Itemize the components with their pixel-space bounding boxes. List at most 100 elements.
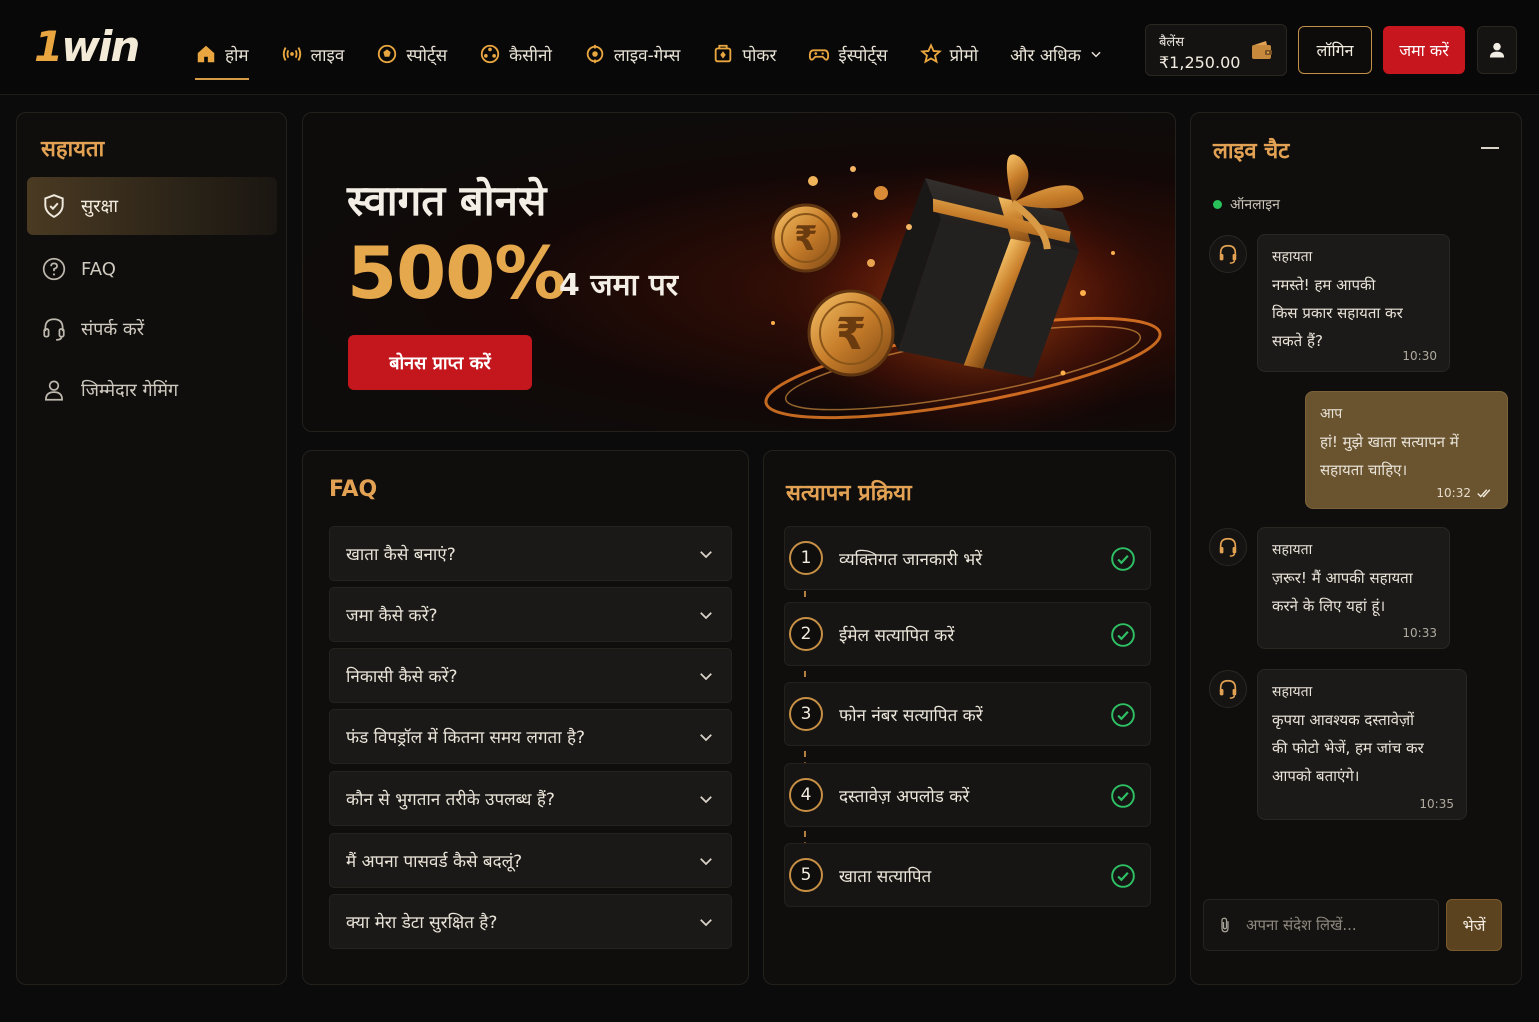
faq-item[interactable]: मैं अपना पासवर्ड कैसे बदलूं? [329,833,732,888]
chat-message-support: सहायता ज़रूर! मैं आपकी सहायता करने के लि… [1257,527,1450,649]
message-text: करने के लिए यहां हूं। [1272,597,1386,615]
svg-text:₹: ₹ [836,309,867,360]
headset-icon [1219,244,1237,264]
main-nav: होम लाइव स्पोर्ट्स कैसीनो लाइव-गेम्स पोक… [195,40,1135,80]
step-label: खाता सत्यापित [839,867,932,887]
message-text: ज़रूर! मैं आपकी सहायता [1272,569,1413,587]
home-icon [197,45,215,63]
nav-sports[interactable]: स्पोर्ट्स [376,40,447,68]
chat-title: लाइव चैट [1213,139,1290,164]
message-text: आपको बताएंगे। [1272,767,1360,785]
top-header: 1win होम लाइव स्पोर्ट्स कैसीनो लाइव-गेम्… [0,0,1539,95]
nav-home[interactable]: होम [195,40,249,80]
online-status-label: ऑनलाइन [1230,197,1280,213]
faq-item[interactable]: फंड विपड्रॉल में कितना समय लगता है? [329,709,732,764]
step-label: फोन नंबर सत्यापित करें [839,706,983,726]
step-label: ईमेल सत्यापित करें [839,626,955,646]
verification-step: 4 दस्तावेज़ अपलोड करें [784,763,1151,827]
online-status: ऑनलाइन [1213,195,1280,214]
faq-item[interactable]: क्या मेरा डेटा सुरक्षित है? [329,894,732,949]
nav-live[interactable]: लाइव [281,40,344,68]
check-circle-icon [1111,547,1135,571]
user-icon [1489,42,1505,58]
check-circle-icon [1111,623,1135,647]
message-sender: सहायता [1272,249,1313,265]
nav-live-games[interactable]: लाइव-गेम्स [584,40,680,68]
chat-input-box[interactable] [1203,899,1439,951]
verification-step: 3 फोन नंबर सत्यापित करें [784,682,1151,746]
step-label: व्यक्तिगत जानकारी भरें [839,550,983,570]
send-message-button[interactable]: भेजें [1446,899,1502,951]
sidebar-item-security[interactable]: सुरक्षा [27,177,277,235]
chat-message-input[interactable] [1246,916,1426,934]
nav-promo[interactable]: प्रोमो [919,40,979,68]
message-time: 10:35 [1419,797,1454,811]
login-button[interactable]: लॉगिन [1298,26,1372,74]
hero-bonus-percent: 500% [347,231,566,315]
faq-item[interactable]: खाता कैसे बनाएं? [329,526,732,581]
faq-title: FAQ [329,477,378,502]
chevron-down-icon [700,918,712,926]
shield-icon [44,194,64,218]
faq-question: मैं अपना पासवर्ड कैसे बदलूं? [346,852,523,872]
minimize-chat-button[interactable] [1481,147,1499,149]
chevron-down-icon [700,733,712,741]
poker-icon [715,44,732,63]
user-menu-button[interactable] [1477,26,1517,74]
logo-digit: 1 [34,22,63,71]
faq-question: फंड विपड्रॉल में कितना समय लगता है? [346,728,586,748]
message-meta: 10:32 [1436,486,1495,500]
chat-message-support: सहायता नमस्ते! हम आपकी किस प्रकार सहायता… [1257,234,1450,372]
gift-box-illustration: ₹ ₹ [733,113,1175,431]
sidebar-item-contact[interactable]: संपर्क करें [27,300,277,358]
nav-casino[interactable]: कैसीनो [479,40,552,68]
message-time: 10:33 [1402,626,1437,640]
message-text: हां! मुझे खाता सत्यापन में [1320,433,1459,451]
check-circle-icon [1111,784,1135,808]
star-icon [919,43,942,64]
nav-promo-label: प्रोमो [949,45,979,66]
verification-step: 5 खाता सत्यापित [784,843,1151,907]
sidebar-item-label: सुरक्षा [81,196,119,217]
claim-bonus-button[interactable]: बोनस प्राप्त करें [348,335,532,390]
casino-chip-icon [480,44,500,64]
message-text: कृपया आवश्यक दस्तावेज़ों [1272,711,1415,729]
sidebar-item-responsible-gaming[interactable]: जिम्मेदार गेमिंग [27,361,277,419]
balance-widget[interactable]: बैलेंस ₹1,250.00 [1145,24,1287,76]
sidebar-item-label: FAQ [81,258,116,280]
faq-item[interactable]: जमा कैसे करें? [329,587,732,642]
nav-casino-label: कैसीनो [509,45,552,66]
nav-poker[interactable]: पोकर [712,40,776,68]
verification-title: सत्यापन प्रक्रिया [786,481,912,506]
message-time: 10:32 [1436,486,1471,500]
step-number: 2 [789,617,823,651]
deposit-button[interactable]: जमा करें [1383,26,1465,74]
step-label: दस्तावेज़ अपलोड करें [839,787,970,807]
headset-icon [1219,679,1237,699]
help-sidebar: सहायता सुरक्षा FAQ संपर्क करें जिम्मेदार… [16,112,287,985]
brand-logo[interactable]: 1win [34,22,140,71]
verification-step: 1 व्यक्तिगत जानकारी भरें [784,526,1151,590]
faq-question: खाता कैसे बनाएं? [346,545,456,565]
faq-question: कौन से भुगतान तरीके उपलब्ध हैं? [346,790,555,810]
support-avatar [1209,528,1247,566]
faq-item[interactable]: निकासी कैसे करें? [329,648,732,703]
check-circle-icon [1111,703,1135,727]
faq-item[interactable]: कौन से भुगतान तरीके उपलब्ध हैं? [329,771,732,826]
faq-question: निकासी कैसे करें? [346,667,458,687]
nav-home-label: होम [225,45,249,66]
nav-more[interactable]: और अधिक [1010,40,1103,68]
headset-icon [1219,537,1237,557]
sidebar-item-faq[interactable]: FAQ [27,240,277,298]
faq-question: क्या मेरा डेटा सुरक्षित है? [346,913,498,933]
nav-esports[interactable]: ईस्पोर्ट्स [808,40,888,68]
nav-esports-label: ईस्पोर्ट्स [838,45,888,66]
live-games-icon [586,44,604,64]
live-chat-panel: लाइव चैट ऑनलाइन सहायता नमस्ते! हम आपकी क… [1190,112,1522,985]
paperclip-icon[interactable] [1216,914,1234,936]
hero-subtitle: 4 जमा पर [559,268,679,303]
verification-panel: सत्यापन प्रक्रिया 1 व्यक्तिगत जानकारी भर… [763,450,1176,985]
step-number: 4 [789,778,823,812]
logo-word: win [61,22,140,71]
svg-text:₹: ₹ [794,219,818,259]
